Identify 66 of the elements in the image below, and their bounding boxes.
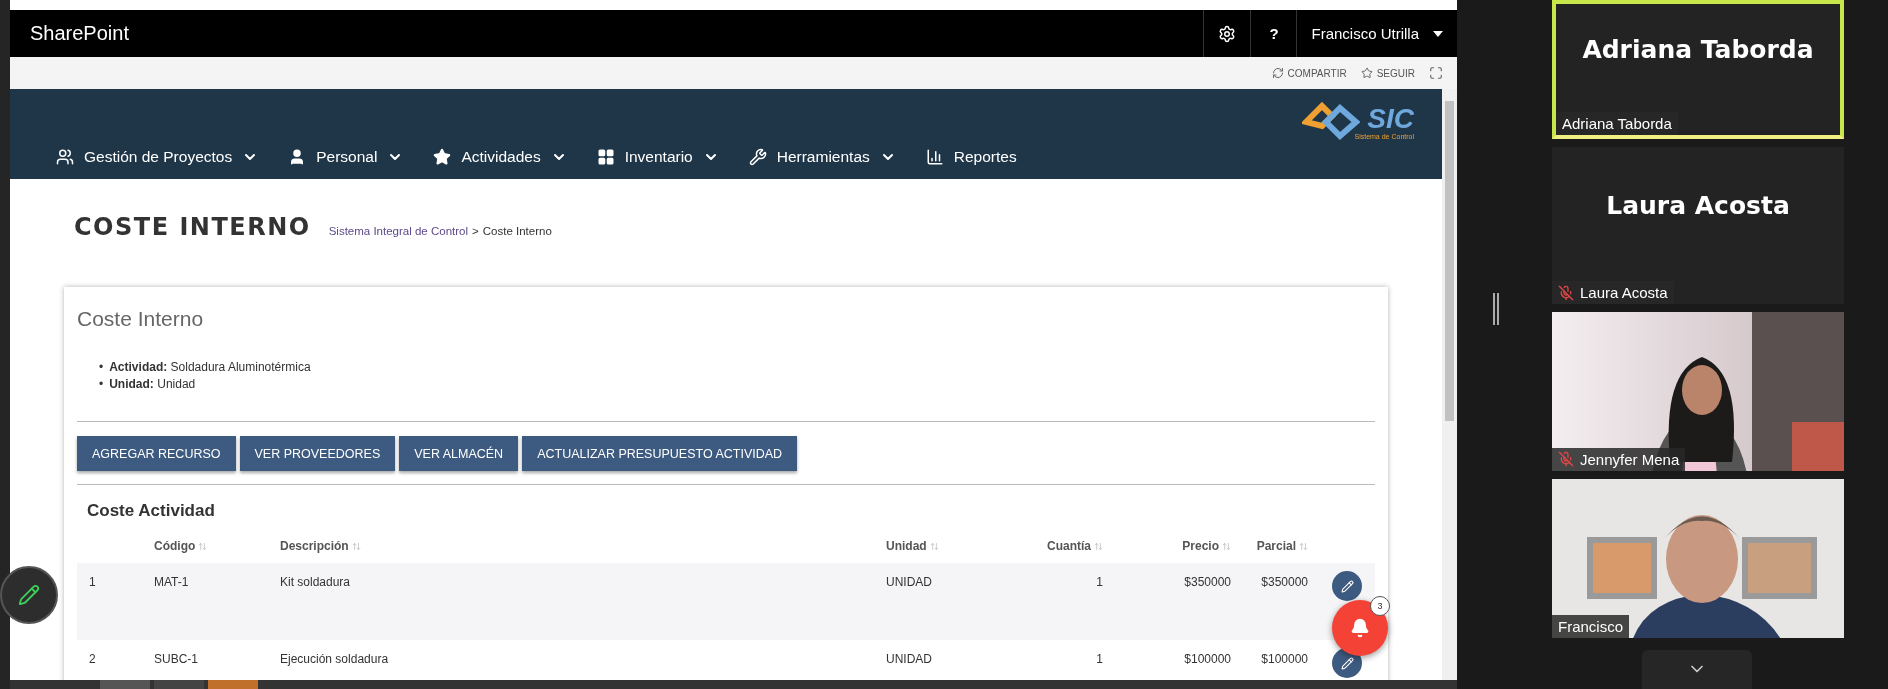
participant-name: Adriana Taborda	[1582, 35, 1814, 65]
detail-item: Actividad: Soldadura Aluminotérmica	[109, 359, 311, 376]
detail-item: Unidad: Unidad	[109, 376, 196, 393]
scrollbar[interactable]	[1442, 89, 1457, 680]
breadcrumb-separator: >	[472, 225, 479, 237]
bullet: •	[99, 376, 104, 393]
nav-item[interactable]: Reportes	[925, 148, 1017, 166]
table-cell: $100000	[1184, 652, 1231, 666]
nav-item[interactable]: Inventario	[596, 148, 719, 166]
section-title: Coste Actividad	[87, 501, 216, 521]
share-icon	[1271, 67, 1284, 79]
focus-icon[interactable]	[1429, 66, 1443, 80]
nav-item[interactable]: Herramientas	[748, 148, 896, 166]
action-button[interactable]: ACTUALIZAR PRESUPUESTO ACTIVIDAD	[522, 436, 798, 471]
table-cell: 1	[1096, 652, 1103, 666]
breadcrumb-link[interactable]: Sistema Integral de Control	[328, 225, 469, 237]
nav-item[interactable]: Actividades	[433, 148, 567, 166]
name-label: Laura Acosta	[1552, 281, 1674, 305]
table-cell: 2	[89, 652, 96, 666]
name-label: Francisco	[1552, 614, 1630, 638]
column-header[interactable]: Unidad	[886, 539, 939, 553]
action-button[interactable]: VER PROVEEDORES	[239, 436, 396, 471]
breadcrumb-current: Coste Interno	[482, 225, 552, 237]
grid-icon	[596, 148, 615, 166]
people-icon	[56, 148, 74, 166]
nav-item[interactable]: Gestión de Proyectos	[56, 148, 259, 166]
participant-name: Laura Acosta	[1606, 191, 1790, 221]
action-button[interactable]: AGREGAR RECURSO	[77, 436, 236, 471]
edit-button[interactable]	[1332, 571, 1362, 601]
star-icon	[433, 148, 452, 166]
table-cell: UNIDAD	[886, 652, 932, 666]
table-cell: SUBC-1	[154, 652, 198, 666]
name-label: Jennyfer Mena	[1552, 447, 1686, 471]
ribbon-link[interactable]: SEGUIR	[1360, 67, 1415, 79]
name-label: Adriana Taborda	[1556, 112, 1678, 136]
brand-name[interactable]: SharePoint	[10, 22, 1204, 45]
card-title: Coste Interno	[77, 307, 205, 331]
column-header[interactable]: Descripción	[280, 539, 361, 553]
table-cell: $350000	[1261, 575, 1308, 589]
pencil-icon	[1340, 579, 1354, 593]
column-header[interactable]: Precio	[1182, 539, 1231, 553]
table-cell: Kit soldadura	[280, 575, 351, 589]
table-cell: $100000	[1261, 652, 1308, 666]
resize-handle[interactable]	[1493, 293, 1499, 325]
column-header[interactable]: Código	[154, 539, 208, 553]
page-title: COSTE INTERNO	[74, 213, 311, 241]
table-cell: 1	[1096, 575, 1103, 589]
bullet: •	[99, 359, 104, 376]
table-cell: Ejecución soldadura	[280, 652, 389, 666]
table-cell: UNIDAD	[886, 575, 932, 589]
nav-item[interactable]: Personal	[288, 148, 404, 166]
column-header[interactable]: Parcial	[1256, 539, 1308, 553]
table-cell: MAT-1	[154, 575, 189, 589]
table-cell: $350000	[1184, 575, 1231, 589]
action-button[interactable]: VER ALMACÉN	[399, 436, 519, 471]
bell-icon	[1350, 618, 1370, 638]
wrench-icon	[748, 148, 767, 166]
pencil-icon	[1340, 656, 1354, 670]
bar-chart-icon	[925, 148, 944, 166]
table-cell: 1	[89, 575, 96, 589]
column-header[interactable]: Cuantía	[1047, 539, 1103, 553]
star-icon	[1360, 67, 1373, 79]
pencil-icon	[18, 584, 40, 606]
logo-text: SIC	[1367, 104, 1414, 133]
settings-icon	[1218, 24, 1237, 43]
ribbon-link[interactable]: COMPARTIR	[1271, 67, 1347, 79]
